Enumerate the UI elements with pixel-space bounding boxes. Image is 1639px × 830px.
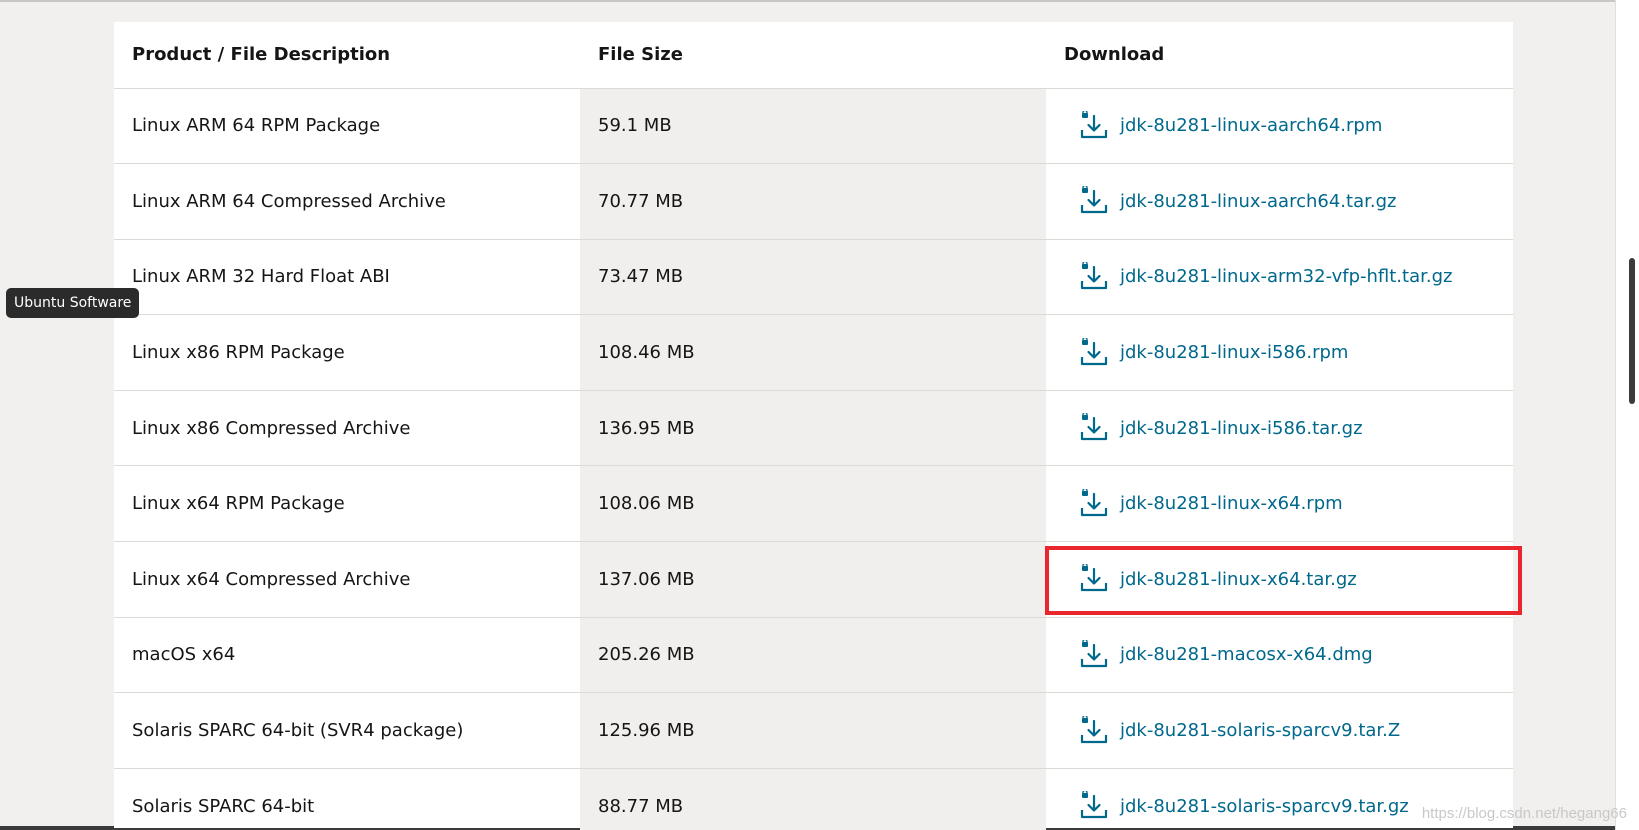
download-table: Product / File Description File Size Dow…	[114, 22, 1513, 830]
download-lock-icon[interactable]	[1078, 790, 1108, 821]
download-link[interactable]: jdk-8u281-linux-i586.tar.gz	[1120, 418, 1363, 439]
row-download-cell: jdk-8u281-linux-x64.rpm	[1046, 465, 1513, 543]
row-file-size: 70.77 MB	[580, 163, 1046, 240]
scrollbar-track[interactable]	[1615, 0, 1639, 830]
download-link[interactable]: jdk-8u281-solaris-sparcv9.tar.Z	[1120, 720, 1400, 741]
download-lock-icon[interactable]	[1078, 412, 1108, 443]
header-description: Product / File Description	[114, 22, 580, 89]
download-link[interactable]: jdk-8u281-linux-x64.rpm	[1120, 493, 1343, 514]
table-row: macOS x64 205.26 MB jdk-8u281-macosx-x64…	[114, 617, 1513, 694]
table-row: Linux x86 RPM Package 108.46 MB jdk-8u28…	[114, 314, 1513, 391]
row-download-cell: jdk-8u281-linux-x64.tar.gz	[1046, 541, 1513, 618]
download-lock-icon[interactable]	[1078, 563, 1108, 594]
row-description: Linux x86 Compressed Archive	[114, 390, 580, 467]
table-row: Linux x64 RPM Package 108.06 MB jdk-8u28…	[114, 465, 1513, 543]
table-row: Linux ARM 64 Compressed Archive 70.77 MB…	[114, 163, 1513, 240]
row-description: Linux x64 Compressed Archive	[114, 541, 580, 618]
download-link[interactable]: jdk-8u281-linux-aarch64.tar.gz	[1120, 191, 1396, 212]
download-lock-icon[interactable]	[1078, 487, 1108, 519]
scrollbar-thumb[interactable]	[1629, 258, 1635, 404]
row-download-cell: jdk-8u281-macosx-x64.dmg	[1046, 617, 1513, 694]
watermark: https://blog.csdn.net/hegang66	[1421, 805, 1627, 822]
download-link[interactable]: jdk-8u281-solaris-sparcv9.tar.gz	[1120, 796, 1409, 817]
row-description: Solaris SPARC 64-bit	[114, 768, 580, 830]
row-file-size: 59.1 MB	[580, 88, 1046, 165]
table-row: Linux x86 Compressed Archive 136.95 MB j…	[114, 390, 1513, 467]
row-description: Linux x64 RPM Package	[114, 465, 580, 543]
download-link-group[interactable]: jdk-8u281-linux-i586.rpm	[1078, 336, 1513, 368]
header-file-size: File Size	[580, 22, 1046, 89]
download-lock-icon[interactable]	[1078, 260, 1108, 292]
download-link[interactable]: jdk-8u281-linux-i586.rpm	[1120, 342, 1348, 363]
download-table-container: Product / File Description File Size Dow…	[114, 22, 1513, 830]
row-description: Linux ARM 64 RPM Package	[114, 88, 580, 165]
download-link-group[interactable]: jdk-8u281-linux-x64.tar.gz	[1078, 563, 1513, 594]
row-description: Linux ARM 64 Compressed Archive	[114, 163, 580, 240]
download-lock-icon[interactable]	[1078, 638, 1108, 670]
download-lock-icon[interactable]	[1078, 714, 1108, 746]
row-description: macOS x64	[114, 617, 580, 694]
header-download: Download	[1046, 22, 1513, 89]
table-row: Solaris SPARC 64-bit (SVR4 package) 125.…	[114, 692, 1513, 769]
table-row: Solaris SPARC 64-bit 88.77 MB jdk-8u281-…	[114, 768, 1513, 830]
row-file-size: 137.06 MB	[580, 541, 1046, 618]
row-download-cell: jdk-8u281-linux-i586.tar.gz	[1046, 390, 1513, 467]
row-download-cell: jdk-8u281-linux-aarch64.rpm	[1046, 88, 1513, 165]
row-download-cell: jdk-8u281-linux-i586.rpm	[1046, 314, 1513, 391]
download-link[interactable]: jdk-8u281-linux-aarch64.rpm	[1120, 115, 1382, 136]
row-description: Solaris SPARC 64-bit (SVR4 package)	[114, 692, 580, 769]
download-link[interactable]: jdk-8u281-linux-arm32-vfp-hflt.tar.gz	[1120, 266, 1452, 287]
row-file-size: 205.26 MB	[580, 617, 1046, 694]
download-link-group[interactable]: jdk-8u281-linux-arm32-vfp-hflt.tar.gz	[1078, 260, 1513, 292]
download-link-group[interactable]: jdk-8u281-linux-aarch64.rpm	[1078, 109, 1513, 141]
table-header-row: Product / File Description File Size Dow…	[114, 22, 1513, 89]
tooltip: Ubuntu Software	[6, 288, 140, 318]
download-lock-icon[interactable]	[1078, 109, 1108, 141]
download-link-group[interactable]: jdk-8u281-linux-x64.rpm	[1078, 487, 1513, 519]
download-link-group[interactable]: jdk-8u281-macosx-x64.dmg	[1078, 638, 1513, 670]
row-download-cell: jdk-8u281-solaris-sparcv9.tar.Z	[1046, 692, 1513, 769]
download-lock-icon[interactable]	[1078, 185, 1108, 216]
download-lock-icon[interactable]	[1078, 336, 1108, 368]
row-file-size: 88.77 MB	[580, 768, 1046, 830]
row-file-size: 136.95 MB	[580, 390, 1046, 467]
table-row: Linux ARM 32 Hard Float ABI 73.47 MB jdk…	[114, 239, 1513, 316]
row-file-size: 108.06 MB	[580, 465, 1046, 543]
download-link[interactable]: jdk-8u281-macosx-x64.dmg	[1120, 644, 1373, 665]
table-row: Linux ARM 64 RPM Package 59.1 MB jdk-8u2…	[114, 88, 1513, 165]
row-file-size: 125.96 MB	[580, 692, 1046, 769]
download-link-group[interactable]: jdk-8u281-linux-i586.tar.gz	[1078, 412, 1513, 443]
table-row: Linux x64 Compressed Archive 137.06 MB j…	[114, 541, 1513, 618]
download-link[interactable]: jdk-8u281-linux-x64.tar.gz	[1120, 569, 1357, 590]
download-link-group[interactable]: jdk-8u281-solaris-sparcv9.tar.Z	[1078, 714, 1513, 746]
row-file-size: 108.46 MB	[580, 314, 1046, 391]
row-description: Linux x86 RPM Package	[114, 314, 580, 391]
row-file-size: 73.47 MB	[580, 239, 1046, 316]
row-description: Linux ARM 32 Hard Float ABI	[114, 239, 580, 316]
download-link-group[interactable]: jdk-8u281-linux-aarch64.tar.gz	[1078, 185, 1513, 216]
row-download-cell: jdk-8u281-linux-arm32-vfp-hflt.tar.gz	[1046, 239, 1513, 316]
row-download-cell: jdk-8u281-linux-aarch64.tar.gz	[1046, 163, 1513, 240]
